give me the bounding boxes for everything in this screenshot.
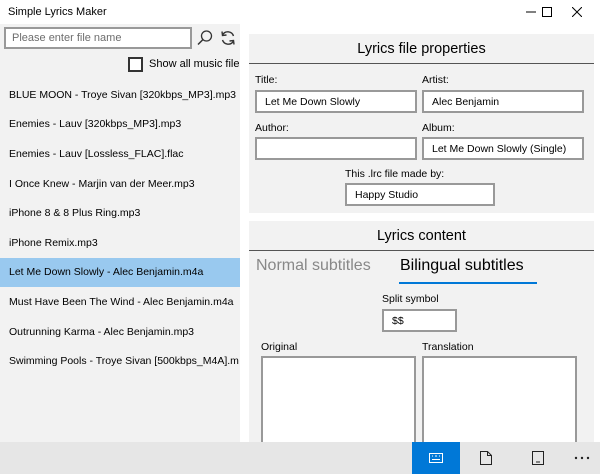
more-icon bbox=[574, 456, 590, 460]
app-title: Simple Lyrics Maker bbox=[8, 6, 107, 18]
active-tab-indicator bbox=[399, 282, 537, 284]
artist-label: Artist: bbox=[422, 74, 449, 86]
properties-panel: Lyrics file properties Title: Let Me Dow… bbox=[249, 34, 594, 213]
madeby-label: This .lrc file made by: bbox=[345, 168, 445, 180]
author-label: Author: bbox=[255, 122, 289, 134]
original-label: Original bbox=[261, 341, 298, 353]
refresh-button[interactable] bbox=[217, 27, 239, 49]
author-field[interactable] bbox=[255, 137, 417, 160]
file-list-item[interactable]: Enemies - Lauv [Lossless_FLAC].flac bbox=[0, 139, 240, 169]
translation-label: Translation bbox=[422, 341, 474, 353]
new-file-icon bbox=[480, 451, 492, 465]
tab-normal-subtitles[interactable]: Normal subtitles bbox=[256, 257, 371, 275]
device-icon bbox=[532, 451, 544, 465]
split-symbol-label: Split symbol bbox=[382, 293, 439, 305]
refresh-icon bbox=[221, 31, 235, 45]
title-field[interactable]: Let Me Down Slowly bbox=[255, 90, 417, 113]
properties-header: Lyrics file properties bbox=[249, 34, 594, 64]
show-all-toggle[interactable]: Show all music file bbox=[128, 56, 239, 72]
artist-field[interactable]: Alec Benjamin bbox=[422, 90, 584, 113]
split-symbol-field[interactable]: $$ bbox=[382, 309, 457, 332]
search-input[interactable] bbox=[4, 27, 192, 49]
command-bar bbox=[0, 442, 600, 474]
keyboard-button[interactable] bbox=[412, 442, 460, 474]
file-sidebar: Show all music file BLUE MOON - Troye Si… bbox=[0, 24, 240, 442]
search-icon bbox=[197, 30, 213, 46]
title-bar: Simple Lyrics Maker bbox=[0, 0, 600, 24]
tab-bilingual-subtitles[interactable]: Bilingual subtitles bbox=[400, 257, 524, 275]
content-header: Lyrics content bbox=[249, 221, 594, 251]
show-all-checkbox[interactable] bbox=[128, 56, 143, 72]
file-list-item[interactable]: Swimming Pools - Troye Sivan [500kbps_M4… bbox=[0, 346, 240, 376]
main-area: Lyrics file properties Title: Let Me Dow… bbox=[240, 24, 600, 452]
madeby-field[interactable]: Happy Studio bbox=[345, 183, 495, 206]
file-list-item[interactable]: Let Me Down Slowly - Alec Benjamin.m4a bbox=[0, 257, 240, 288]
file-list-item[interactable]: iPhone Remix.mp3 bbox=[0, 228, 240, 258]
file-list-item[interactable]: iPhone 8 & 8 Plus Ring.mp3 bbox=[0, 198, 240, 228]
lyrics-content-panel: Lyrics content Normal subtitles Bilingua… bbox=[249, 221, 594, 452]
original-textarea[interactable] bbox=[261, 356, 416, 452]
show-all-label: Show all music file bbox=[149, 58, 240, 70]
device-button[interactable] bbox=[514, 442, 562, 474]
file-list-item[interactable]: Outrunning Karma - Alec Benjamin.mp3 bbox=[0, 317, 240, 347]
close-icon bbox=[572, 7, 582, 17]
file-list-item[interactable]: Must Have Been The Wind - Alec Benjamin.… bbox=[0, 287, 240, 317]
maximize-icon bbox=[542, 7, 552, 17]
album-label: Album: bbox=[422, 122, 455, 134]
search-button[interactable] bbox=[194, 27, 216, 49]
more-button[interactable] bbox=[558, 442, 600, 474]
file-list-item[interactable]: BLUE MOON - Troye Sivan [320kbps_MP3].mp… bbox=[0, 80, 240, 110]
close-button[interactable] bbox=[554, 0, 600, 24]
translation-textarea[interactable] bbox=[422, 356, 577, 452]
title-label: Title: bbox=[255, 74, 278, 86]
file-list: BLUE MOON - Troye Sivan [320kbps_MP3].mp… bbox=[0, 80, 240, 376]
new-file-button[interactable] bbox=[462, 442, 510, 474]
file-list-item[interactable]: Enemies - Lauv [320kbps_MP3].mp3 bbox=[0, 110, 240, 140]
keyboard-icon bbox=[429, 453, 443, 463]
album-field[interactable]: Let Me Down Slowly (Single) bbox=[422, 137, 584, 160]
file-list-item[interactable]: I Once Knew - Marjin van der Meer.mp3 bbox=[0, 169, 240, 199]
